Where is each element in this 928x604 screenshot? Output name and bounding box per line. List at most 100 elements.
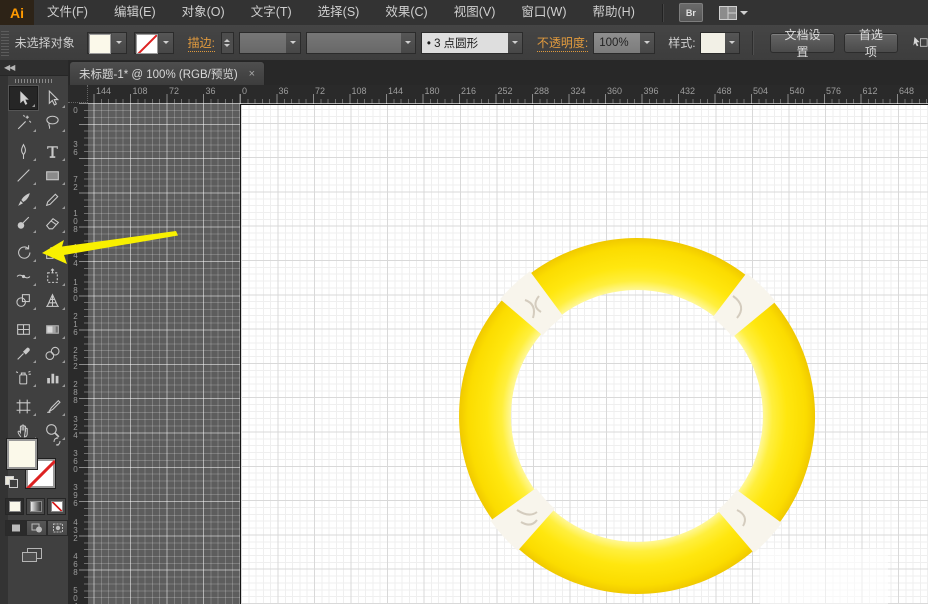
tools-panel-header[interactable]: ◀◀ [0, 60, 68, 76]
menu-help[interactable]: 帮助(H) [580, 0, 648, 25]
default-fill-stroke-icon[interactable] [5, 476, 18, 488]
color-button[interactable] [5, 498, 24, 515]
stroke-color-combo[interactable] [134, 32, 174, 54]
brush-preset-value: • 3 点圆形 [422, 33, 508, 53]
style-swatch [701, 33, 725, 53]
direct-selection-tool[interactable] [38, 86, 67, 110]
slice-tool[interactable] [38, 394, 67, 418]
canvas-area[interactable] [88, 103, 928, 604]
draw-behind-button[interactable] [26, 520, 47, 536]
paintbrush-tool[interactable] [9, 187, 38, 211]
swap-fill-stroke-icon[interactable] [52, 436, 63, 447]
stroke-link[interactable]: 描边: [188, 34, 215, 52]
menu-edit[interactable]: 编辑(E) [101, 0, 169, 25]
chevron-down-icon[interactable] [640, 33, 654, 53]
workspace-layout-icon [719, 6, 737, 20]
pen-tool-icon [15, 143, 32, 160]
shape-builder-tool[interactable] [9, 288, 38, 312]
bridge-button[interactable]: Br [679, 3, 703, 22]
fill-swatch[interactable] [89, 34, 111, 54]
brush-definition-combo[interactable]: • 3 点圆形 [421, 32, 523, 54]
artboard-tool-icon [15, 398, 32, 415]
eyedropper-tool-icon [15, 345, 32, 362]
v-ruler-label: 0 [71, 106, 80, 114]
workspace-switcher[interactable] [719, 6, 748, 20]
stroke-weight-value [240, 33, 286, 53]
close-tab-icon[interactable]: × [249, 68, 255, 80]
tools-panel-grip[interactable] [0, 76, 68, 86]
horizontal-ruler[interactable]: 1441087236036721081441802162522883243603… [88, 85, 928, 103]
document-tab[interactable]: 未标题-1* @ 100% (RGB/预览) × [69, 61, 265, 85]
opacity-combo[interactable]: 100% [593, 32, 655, 54]
preferences-button[interactable]: 首选项 [844, 33, 898, 53]
selection-status-label: 未选择对象 [15, 34, 75, 51]
direct-selection-tool-icon [44, 90, 61, 107]
column-graph-tool[interactable] [38, 365, 67, 389]
stroke-weight-combo[interactable] [239, 32, 301, 54]
mesh-tool-icon [15, 321, 32, 338]
pen-tool[interactable] [9, 139, 38, 163]
chevron-down-icon[interactable] [725, 33, 739, 53]
perspective-grid-tool[interactable] [38, 288, 67, 312]
h-ruler-label: 468 [717, 86, 732, 96]
variable-width-profile-combo[interactable] [306, 32, 416, 54]
menu-bar: Ai 文件(F)编辑(E)对象(O)文字(T)选择(S)效果(C)视图(V)窗口… [0, 0, 928, 26]
selection-tool[interactable] [9, 86, 38, 110]
vertical-ruler[interactable]: 0367210814418021625228832436039643246850… [68, 103, 88, 604]
v-ruler-label: 288 [71, 380, 80, 404]
style-combo[interactable] [700, 32, 740, 54]
h-ruler-label: 36 [206, 86, 216, 96]
opacity-link[interactable]: 不透明度: [537, 34, 588, 52]
h-ruler-label: 288 [534, 86, 549, 96]
chevron-down-icon[interactable] [112, 33, 126, 53]
draw-inside-button[interactable] [47, 520, 68, 536]
menu-window[interactable]: 窗口(W) [508, 0, 579, 25]
eyedropper-tool[interactable] [9, 341, 38, 365]
h-ruler-label: 108 [352, 86, 367, 96]
rectangle-tool[interactable] [38, 163, 67, 187]
chevron-down-icon[interactable] [508, 33, 522, 53]
chevron-down-icon[interactable] [401, 33, 415, 53]
menu-effect[interactable]: 效果(C) [372, 0, 440, 25]
menu-type[interactable]: 文字(T) [238, 0, 305, 25]
magic-wand-tool[interactable] [9, 110, 38, 134]
h-ruler-label: 504 [753, 86, 768, 96]
type-tool[interactable] [38, 139, 67, 163]
line-segment-tool[interactable] [9, 163, 38, 187]
h-ruler-label: 144 [96, 86, 111, 96]
menu-file[interactable]: 文件(F) [34, 0, 101, 25]
gradient-button[interactable] [26, 498, 45, 515]
artboard-tool[interactable] [9, 394, 38, 418]
type-tool-icon [44, 143, 61, 160]
select-similar-icon[interactable] [912, 35, 928, 50]
blend-tool[interactable] [38, 341, 67, 365]
ruler-corner[interactable] [68, 85, 88, 103]
chevron-down-icon[interactable] [159, 33, 173, 53]
menu-view[interactable]: 视图(V) [441, 0, 509, 25]
shape-builder-tool-icon [15, 292, 32, 309]
menu-select[interactable]: 选择(S) [305, 0, 373, 25]
document-setup-button[interactable]: 文档设置 [770, 33, 834, 53]
stroke-none-swatch[interactable] [136, 34, 158, 54]
lifebuoy-ring-object[interactable] [447, 226, 827, 604]
lasso-tool[interactable] [38, 110, 67, 134]
gradient-tool[interactable] [38, 317, 67, 341]
none-button[interactable] [47, 498, 66, 515]
menu-object[interactable]: 对象(O) [169, 0, 238, 25]
magic-wand-tool-icon [15, 114, 32, 131]
fill-color-indicator[interactable] [6, 438, 38, 470]
v-ruler-label: 432 [71, 518, 80, 542]
mesh-tool[interactable] [9, 317, 38, 341]
fill-color-combo[interactable] [87, 32, 127, 54]
stroke-weight-stepper[interactable] [221, 32, 234, 54]
chevron-down-icon[interactable] [286, 33, 300, 53]
pencil-tool[interactable] [38, 187, 67, 211]
perspective-grid-tool-icon [44, 292, 61, 309]
draw-normal-button[interactable] [5, 520, 26, 536]
panel-grip[interactable] [1, 30, 9, 56]
collapse-panel-icon[interactable]: ◀◀ [4, 63, 14, 72]
v-ruler-label: 216 [71, 312, 80, 336]
v-ruler-label: 468 [71, 552, 80, 576]
screen-mode-icon[interactable] [20, 546, 44, 564]
symbol-sprayer-tool[interactable] [9, 365, 38, 389]
